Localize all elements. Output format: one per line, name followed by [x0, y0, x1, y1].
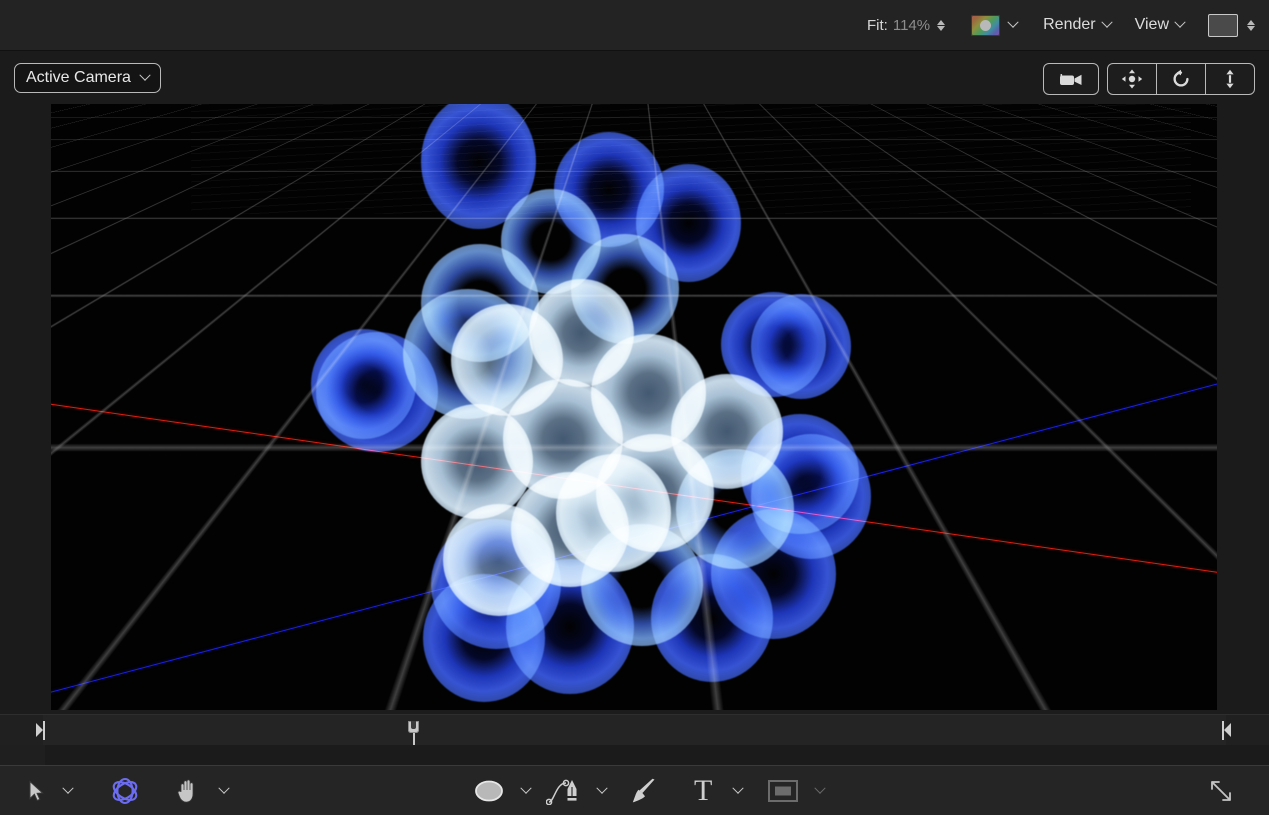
- ring-shape: [556, 454, 671, 572]
- four-way-arrows-icon: [1121, 69, 1143, 89]
- paint-brush-icon[interactable]: [630, 777, 658, 805]
- pen-nib-icon[interactable]: [546, 777, 582, 805]
- in-point-marker-icon[interactable]: [36, 721, 45, 740]
- fit-label: Fit:: [867, 17, 888, 34]
- pan-tool[interactable]: [176, 766, 228, 815]
- bezier-tool[interactable]: [546, 766, 606, 815]
- chevron-down-icon: [139, 70, 150, 81]
- ring-replicator-cluster[interactable]: [51, 104, 1217, 710]
- camera-button[interactable]: [1043, 63, 1099, 95]
- render-menu[interactable]: Render: [1043, 16, 1110, 34]
- mask-rectangle-icon[interactable]: [768, 780, 798, 802]
- fit-value[interactable]: 114%: [893, 17, 930, 34]
- shape-tool[interactable]: [474, 766, 530, 815]
- stepper-up-down-icon[interactable]: [1247, 20, 1255, 31]
- chevron-down-icon: [1174, 17, 1185, 28]
- bottom-toolbar: T: [0, 765, 1269, 815]
- chevron-down-icon[interactable]: [733, 782, 744, 793]
- render-menu-label: Render: [1043, 16, 1095, 34]
- color-swatch-control[interactable]: [971, 15, 1017, 36]
- chevron-down-icon[interactable]: [520, 782, 531, 793]
- playhead-icon[interactable]: [408, 719, 419, 746]
- camera-tool-group[interactable]: [1043, 63, 1255, 95]
- hand-icon[interactable]: [176, 778, 200, 803]
- motion-canvas-window: Fit: 114% Render View: [0, 0, 1269, 814]
- dolly-button[interactable]: [1206, 64, 1254, 94]
- video-camera-icon: [1058, 72, 1084, 86]
- mask-tool[interactable]: [768, 766, 824, 815]
- text-tool[interactable]: T: [694, 766, 742, 815]
- active-camera-label: Active Camera: [26, 69, 131, 87]
- ring-shape: [651, 554, 773, 682]
- view-menu[interactable]: View: [1135, 16, 1184, 34]
- out-point-marker-icon[interactable]: [1222, 721, 1231, 740]
- pan-button[interactable]: [1108, 64, 1157, 94]
- chevron-down-icon[interactable]: [1007, 17, 1018, 28]
- text-t-icon[interactable]: T: [694, 776, 712, 806]
- active-camera-selector[interactable]: Active Camera: [14, 63, 161, 93]
- camera-transform-group[interactable]: [1107, 63, 1255, 95]
- select-tool[interactable]: [28, 766, 72, 815]
- canvas-viewport[interactable]: Active Camera: [0, 51, 1269, 710]
- chevron-down-icon[interactable]: [218, 782, 229, 793]
- background-color-control[interactable]: [1208, 14, 1255, 37]
- ring-shape: [741, 414, 859, 534]
- gray-square-swatch-icon[interactable]: [1208, 14, 1238, 37]
- rotate-arrow-icon: [1171, 69, 1191, 89]
- diagonal-resize-arrow-icon[interactable]: [1209, 779, 1233, 803]
- canvas-top-bar: Fit: 114% Render View: [0, 0, 1269, 51]
- orbit-rings-icon[interactable]: [110, 776, 140, 806]
- stepper-up-down-icon[interactable]: [937, 20, 945, 31]
- orbit-button[interactable]: [1157, 64, 1206, 94]
- ring-shape: [316, 332, 438, 452]
- chevron-down-icon[interactable]: [596, 782, 607, 793]
- arrow-cursor-icon[interactable]: [28, 780, 44, 802]
- chevron-down-icon[interactable]: [62, 782, 73, 793]
- ellipse-icon[interactable]: [474, 779, 504, 803]
- timeline-track[interactable]: [0, 714, 1269, 746]
- fit-control[interactable]: Fit: 114%: [867, 17, 945, 34]
- 3d-scene-canvas[interactable]: [51, 104, 1217, 710]
- timeline-lower-strip: [0, 745, 1269, 765]
- chevron-down-icon: [1101, 17, 1112, 28]
- canvas-resize-handle[interactable]: [1209, 766, 1233, 815]
- ring-shape: [421, 404, 533, 519]
- ring-shape: [751, 294, 851, 399]
- up-down-arrows-icon: [1223, 69, 1237, 89]
- ring-shape: [423, 574, 545, 702]
- paint-tool[interactable]: [630, 766, 658, 815]
- mini-timeline[interactable]: [0, 710, 1269, 765]
- color-gradient-swatch-icon[interactable]: [971, 15, 1000, 36]
- view-menu-label: View: [1135, 16, 1169, 34]
- chevron-down-icon[interactable]: [814, 782, 825, 793]
- timeline-active-range[interactable]: [43, 715, 1226, 745]
- transform-3d-tool[interactable]: [110, 766, 140, 815]
